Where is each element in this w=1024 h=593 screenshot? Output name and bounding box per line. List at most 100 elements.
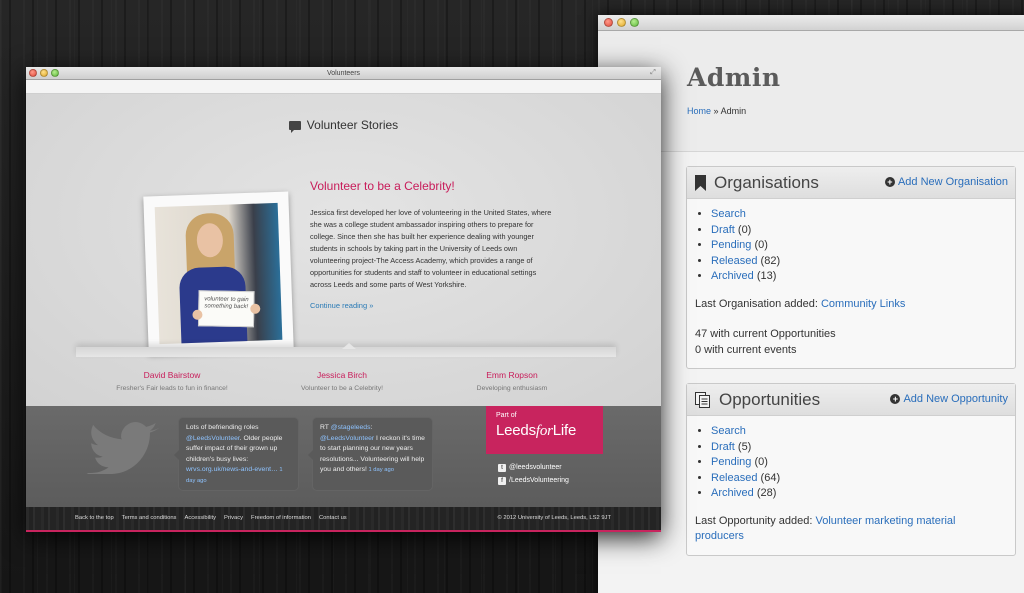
list-item: Search (711, 207, 1007, 223)
footer-link-contact[interactable]: Contact us (319, 515, 347, 521)
story-photo-frame: volunteer to gain something back! (143, 191, 294, 354)
opportunities-search-link[interactable]: Search (711, 425, 746, 437)
organisations-title: Organisations (714, 172, 819, 192)
add-opportunity-button[interactable]: + Add New Opportunity (890, 393, 1008, 405)
story-person-name: David Bairstow (143, 370, 201, 380)
item-count: (0) (754, 456, 768, 468)
organisations-panel-header: Organisations + Add New Organisation (687, 167, 1015, 199)
volunteers-titlebar: Volunteers ⤢ (26, 67, 661, 80)
organisations-list: Search Draft (0) Pending (0) Released (8… (695, 207, 1007, 285)
story-title[interactable]: Volunteer to be a Celebrity! (310, 179, 558, 193)
item-count: (82) (760, 254, 781, 267)
breadcrumb-home-link[interactable]: Home (687, 106, 711, 116)
featured-story: Volunteer to be a Celebrity! Jessica fir… (310, 179, 558, 310)
logo-text: LeedsforLife (496, 422, 577, 439)
footer-link-back-to-top[interactable]: Back to the top (75, 515, 114, 521)
social-footer: Lots of befriending roles @LeedsVoluntee… (26, 406, 661, 507)
facebook-icon: f (498, 476, 506, 485)
story-item[interactable]: David Bairstow Fresher's Fair leads to f… (82, 370, 262, 392)
tweet-text: RT (320, 424, 331, 431)
minimize-window-button[interactable] (617, 18, 626, 27)
photo-sign: volunteer to gain something back! (197, 290, 255, 328)
plus-circle-icon: + (890, 394, 901, 404)
minimize-window-button[interactable] (40, 69, 48, 77)
tweet-time[interactable]: 1 day ago (367, 467, 393, 473)
story-person-subtitle: Volunteer to be a Celebrity! (301, 385, 383, 392)
footer-links: Back to the top Terms and conditions Acc… (75, 515, 347, 521)
opportunities-released-link[interactable]: Released (711, 472, 757, 484)
story-person-subtitle: Fresher's Fair leads to fun in finance! (116, 385, 228, 392)
admin-titlebar (598, 15, 1024, 31)
tweet-text: : (370, 424, 373, 431)
zoom-window-button[interactable] (51, 69, 59, 77)
footer-link-privacy[interactable]: Privacy (224, 515, 243, 521)
list-item: Archived (13) (711, 269, 1007, 285)
section-heading: Volunteer Stories (26, 118, 661, 133)
tweet-mention[interactable]: @stageleeds (331, 424, 371, 431)
item-count: (13) (756, 270, 777, 282)
story-photo: volunteer to gain something back! (154, 202, 283, 345)
list-item: Draft (5) (711, 440, 1007, 456)
fullscreen-icon[interactable]: ⤢ (649, 69, 657, 77)
close-window-button[interactable] (29, 69, 37, 77)
organisations-archived-link[interactable]: Archived (711, 270, 754, 282)
copyright: © 2012 University of Leeds, Leeds, LS2 9… (497, 515, 611, 521)
zoom-window-button[interactable] (630, 18, 639, 27)
list-item: Released (64) (711, 471, 1007, 487)
list-item: Pending (0) (711, 455, 1007, 471)
footer-link-accessibility[interactable]: Accessibility (184, 515, 216, 521)
tweet-card: RT @stageleeds: @LeedsVolunteer I reckon… (308, 417, 433, 491)
opportunities-pending-link[interactable]: Pending (711, 456, 751, 468)
continue-reading-link[interactable]: Continue reading » (310, 301, 558, 310)
opportunities-panel-header: Opportunities + Add New Opportunity (687, 384, 1015, 416)
footer-link-foi[interactable]: Freedom of information (251, 515, 311, 521)
window-title: Volunteers (326, 70, 361, 77)
opportunities-title: Opportunities (719, 389, 821, 409)
story-item[interactable]: Jessica Birch Volunteer to be a Celebrit… (252, 370, 432, 392)
opportunities-draft-link[interactable]: Draft (711, 441, 735, 453)
breadcrumb-separator: » (713, 106, 719, 116)
volunteers-window: Volunteers ⤢ Volunteer Stories volunteer… (26, 67, 661, 532)
story-item[interactable]: Emm Ropson Developing enthusiasm (422, 370, 602, 392)
add-organisation-label: Add New Organisation (897, 176, 1008, 188)
organisations-draft-link[interactable]: Draft (711, 224, 735, 236)
organisations-search-link[interactable]: Search (711, 208, 746, 220)
tweet-link[interactable]: wrvs.org.uk/news-and-event… (186, 466, 278, 473)
item-count: (0) (737, 223, 752, 236)
opportunities-panel-body: Search Draft (5) Pending (0) Released (6… (687, 416, 1015, 555)
opportunities-archived-link[interactable]: Archived (711, 487, 754, 499)
admin-window: Admin Home » Admin Organisations + Add N… (598, 15, 1024, 593)
add-organisation-button[interactable]: + Add New Organisation (884, 176, 1008, 188)
admin-header: Admin Home » Admin (598, 31, 1024, 152)
organisations-pending-link[interactable]: Pending (711, 239, 751, 251)
item-count: (0) (754, 239, 768, 251)
plus-circle-icon: + (884, 177, 895, 187)
last-opportunity-label: Last Opportunity added: (695, 514, 813, 527)
footer-link-terms[interactable]: Terms and conditions (122, 515, 177, 521)
tweet-mention[interactable]: @LeedsVolunteer (186, 435, 240, 442)
twitter-handle: @leedsvolunteer (509, 464, 562, 471)
top-strip (26, 80, 661, 94)
list-item: Archived (28) (711, 486, 1007, 502)
tweet-mention[interactable]: @LeedsVolunteer (320, 435, 374, 442)
close-window-button[interactable] (604, 18, 613, 27)
bookmark-icon (695, 174, 706, 191)
add-opportunity-label: Add New Opportunity (903, 393, 1008, 405)
leeds-for-life-logo[interactable]: Part of LeedsforLife (486, 406, 603, 454)
twitter-link[interactable]: t @leedsvolunteer (498, 461, 569, 474)
facebook-link[interactable]: f /LeedsVolunteering (498, 474, 569, 487)
opportunities-list: Search Draft (5) Pending (0) Released (6… (695, 424, 1007, 502)
list-item: Draft (0) (711, 223, 1007, 239)
item-count: (64) (760, 471, 781, 484)
admin-content: Organisations + Add New Organisation Sea… (598, 152, 1024, 593)
breadcrumb: Home » Admin (687, 106, 1024, 116)
item-count: (5) (737, 440, 752, 453)
page-title: Admin (687, 63, 781, 92)
social-links: t @leedsvolunteer f /LeedsVolunteering (498, 461, 569, 487)
organisations-released-link[interactable]: Released (711, 255, 757, 267)
story-person-subtitle: Developing enthusiasm (476, 385, 548, 392)
last-organisation-label: Last Organisation added: (695, 297, 818, 310)
twitter-bird-icon (86, 422, 160, 474)
last-organisation-link[interactable]: Community Links (821, 298, 905, 310)
list-item: Released (82) (711, 254, 1007, 270)
